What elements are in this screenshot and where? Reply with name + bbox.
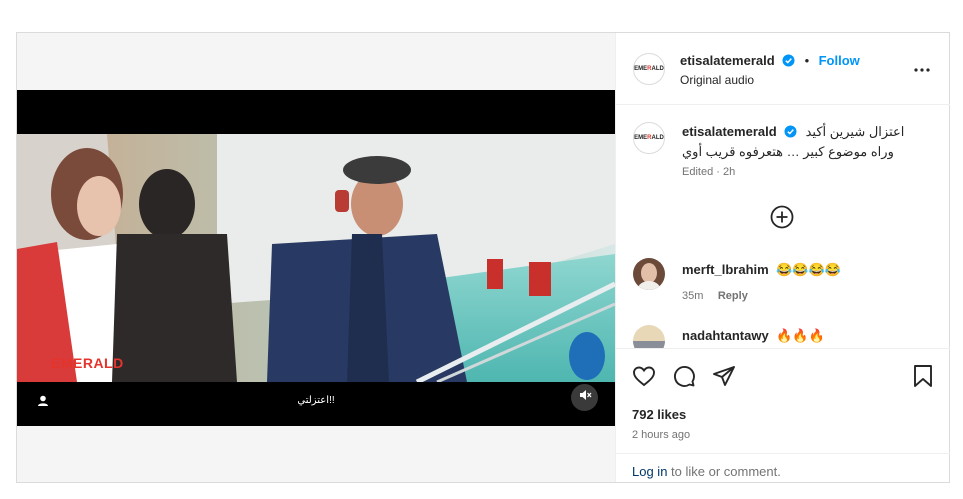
post-time: 2 hours ago: [632, 429, 691, 441]
comment-text: 😂😂😂😂: [776, 262, 841, 277]
like-heart-icon[interactable]: [632, 364, 656, 393]
mute-button[interactable]: [571, 384, 598, 411]
video-scene-image: [17, 134, 615, 382]
post-header: EME R ALD etisalatemerald • Follow Origina…: [616, 33, 950, 105]
post-sidebar: EME R ALD etisalatemerald • Follow Origina…: [615, 33, 950, 482]
comment-text: 🔥🔥🔥: [776, 328, 825, 343]
commenter-avatar[interactable]: [633, 325, 665, 348]
emerald-watermark: EMERALD: [51, 355, 124, 371]
media-panel: EMERALD اعتزلتي!!: [17, 33, 615, 482]
avatar-text: EME: [634, 135, 648, 141]
comments-section: EME R ALD etisalatemerald اعتزال شيرين أكي…: [616, 105, 950, 348]
share-paper-plane-icon[interactable]: [712, 364, 736, 393]
caption-text-line1: اعتزال شيرين أكيد: [805, 124, 905, 139]
load-more-comments-icon[interactable]: [770, 205, 794, 234]
comment-username[interactable]: merft_lbrahim: [682, 262, 769, 277]
reply-button[interactable]: Reply: [718, 290, 748, 302]
commenter-avatar[interactable]: [633, 258, 665, 290]
follow-button[interactable]: Follow: [819, 53, 860, 68]
audio-label[interactable]: Original audio: [680, 73, 754, 87]
comment-bubble-icon[interactable]: [672, 364, 696, 393]
login-link[interactable]: Log in: [632, 464, 667, 479]
caption-text-line2: وراه موضوع كبير … هتعرفوه قريب أوي: [682, 144, 894, 159]
avatar-text-end: ALD: [651, 135, 664, 141]
comment-username[interactable]: nadahtantawy: [682, 328, 769, 343]
actions-section: 792 likes 2 hours ago Log in to like or …: [616, 348, 950, 483]
caption-username[interactable]: etisalatemerald: [682, 124, 777, 139]
save-bookmark-icon[interactable]: [912, 364, 934, 393]
more-options-icon[interactable]: [914, 59, 930, 77]
video-player[interactable]: EMERALD اعتزلتي!!: [17, 90, 615, 426]
caption-avatar[interactable]: EME R ALD: [633, 122, 665, 154]
comment-time: 35m: [682, 290, 704, 302]
video-subtitle: اعتزلتي!!: [297, 395, 335, 406]
post-dialog: EMERALD اعتزلتي!! EME R ALD etisalatemeral…: [16, 32, 950, 483]
video-frame: EMERALD: [17, 134, 615, 382]
caption-meta: Edited · 2h: [682, 166, 736, 178]
avatar-text-end: ALD: [651, 66, 664, 72]
separator-dot: •: [804, 53, 810, 68]
login-prompt-text: to like or comment.: [667, 464, 781, 479]
muted-speaker-icon: [578, 388, 592, 407]
account-avatar[interactable]: EME R ALD: [633, 53, 665, 85]
avatar-text: EME: [634, 66, 648, 72]
login-prompt: Log in to like or comment.: [616, 453, 950, 483]
verified-badge-icon: [782, 54, 795, 72]
header-username[interactable]: etisalatemerald: [680, 53, 775, 68]
verified-badge-icon: [784, 125, 797, 143]
likes-count[interactable]: 792 likes: [632, 407, 686, 422]
